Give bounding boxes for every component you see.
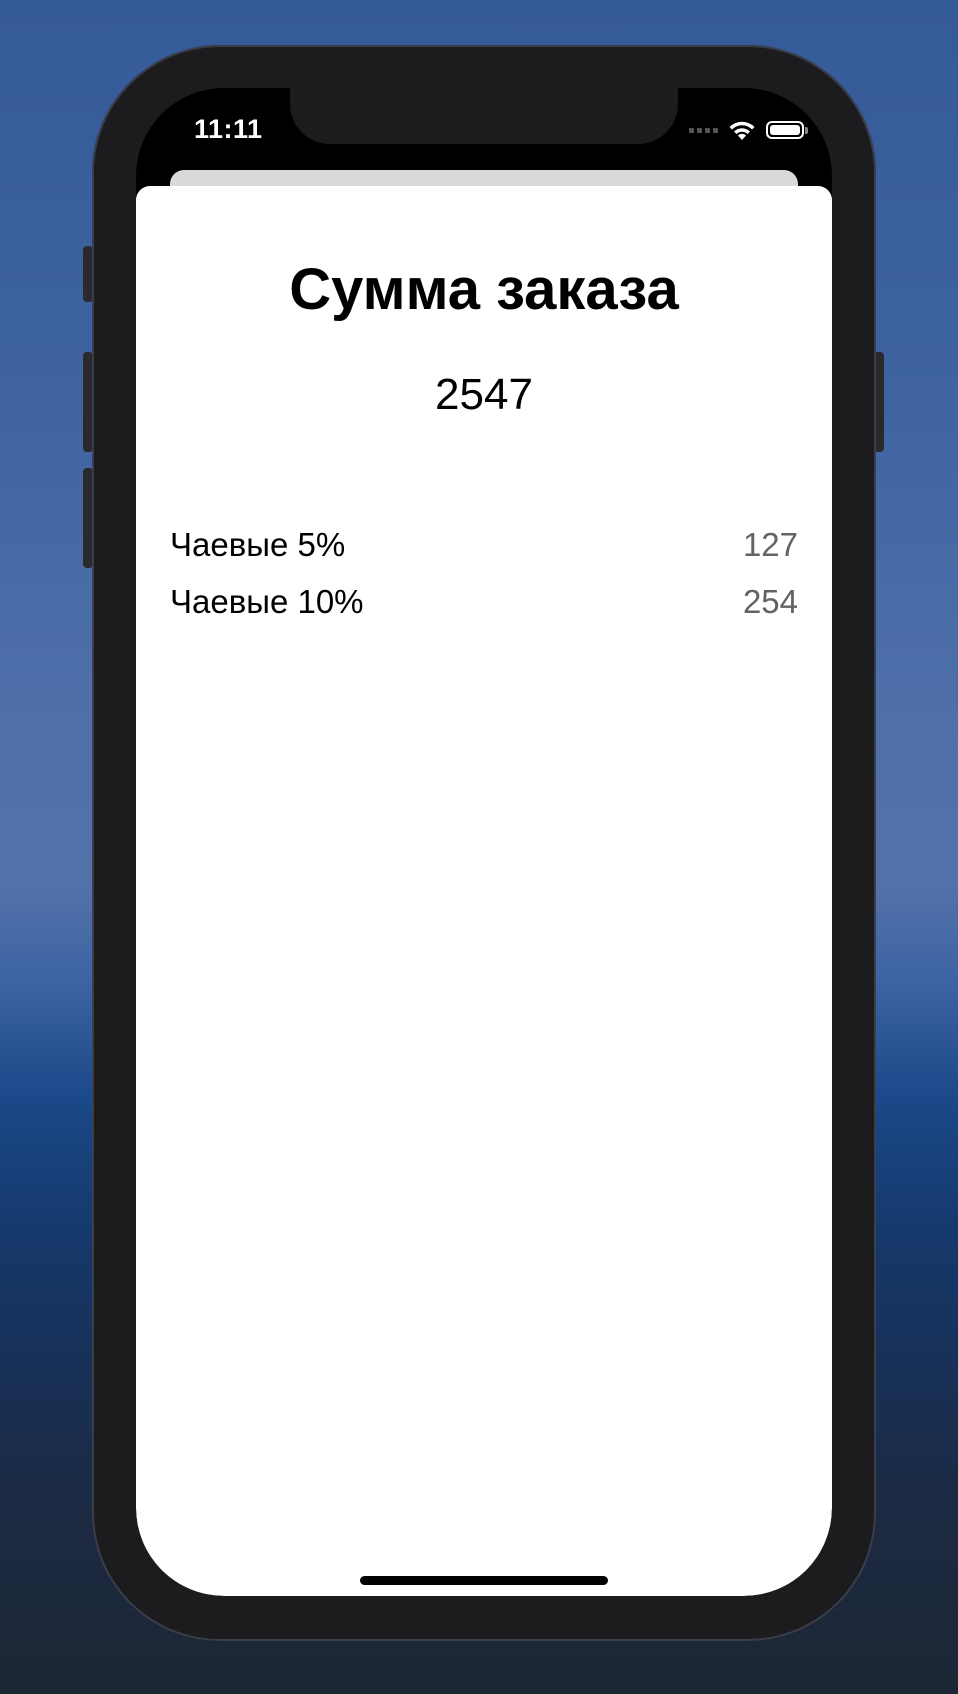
order-total: 2547 (435, 370, 533, 419)
tip-value: 127 (742, 526, 798, 563)
battery-icon (766, 121, 808, 139)
tip-value: 254 (742, 583, 798, 620)
wifi-icon (729, 121, 755, 140)
page-title: Сумма заказа (289, 257, 679, 322)
tip-row-10: Чаевые 10% 254 (170, 583, 798, 621)
tip-label: Чаевые 10% (170, 583, 364, 620)
tip-row-5: Чаевые 5% 127 (170, 526, 798, 564)
status-time: 11:11 (194, 114, 263, 144)
order-sheet[interactable]: Сумма заказа 2547 Чаевые 5% 127 Чаевые 1… (136, 186, 832, 1596)
tip-label: Чаевые 5% (170, 526, 346, 563)
status-icons (689, 118, 808, 142)
home-indicator[interactable] (360, 1576, 608, 1585)
notch (290, 88, 678, 144)
signal-icon (689, 127, 718, 133)
device-screen: 11:11 Сумма заказа 2547 Чаевые 5% 127 Ча… (136, 88, 832, 1596)
